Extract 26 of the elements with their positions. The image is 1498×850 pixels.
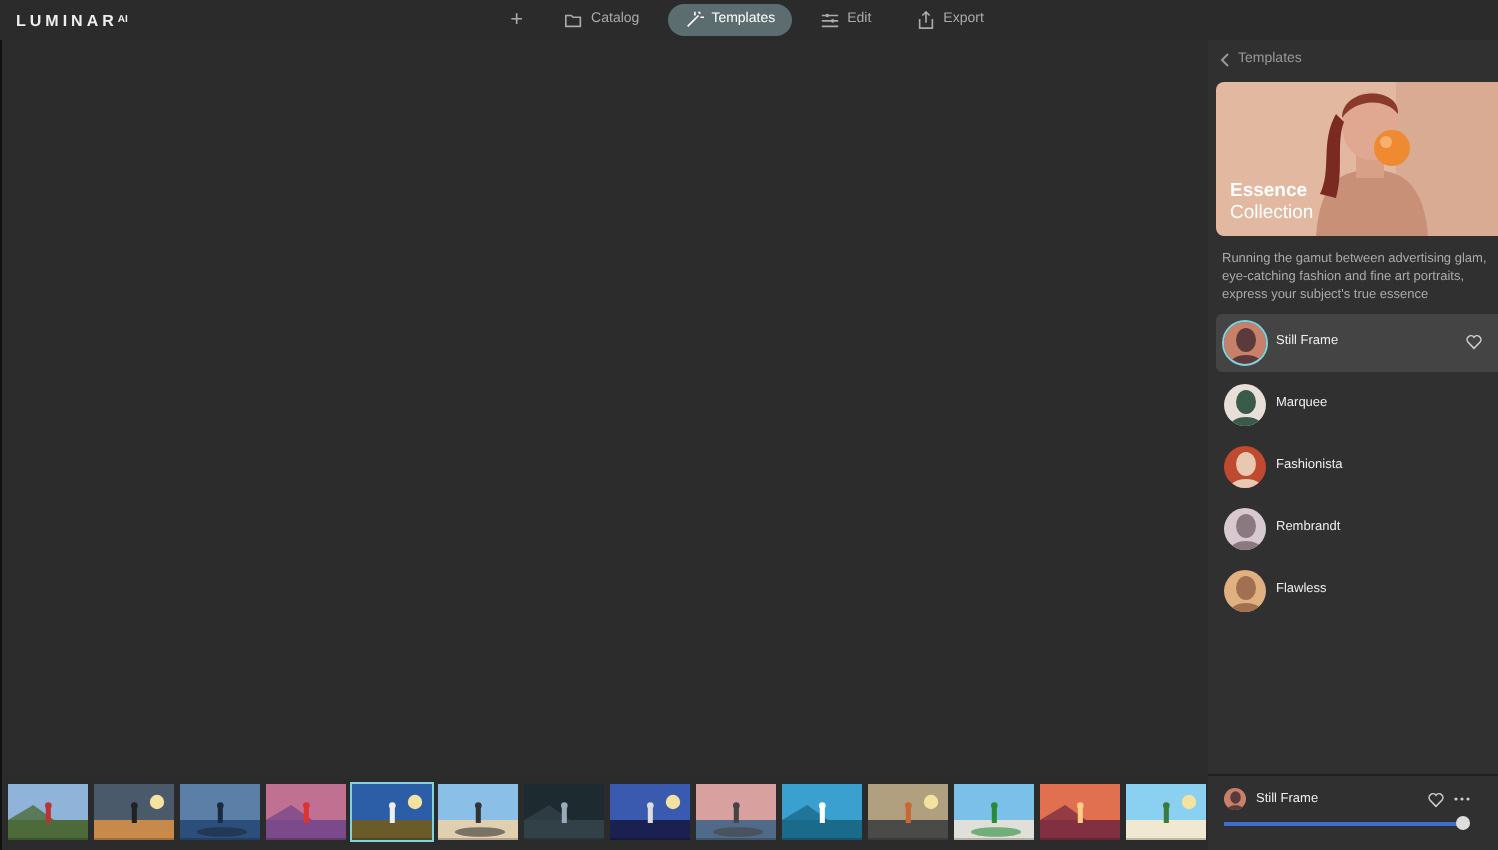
collection-subtitle: Collection (1230, 203, 1314, 225)
filmstrip-thumbnail[interactable] (436, 782, 520, 842)
filmstrip-thumbnail[interactable] (780, 782, 864, 842)
add-button[interactable]: + (498, 9, 536, 31)
more-icon[interactable] (1454, 796, 1470, 802)
filmstrip-thumbnail[interactable] (952, 782, 1036, 842)
filmstrip-thumbnail[interactable] (6, 782, 90, 842)
app-logo: LUMINAR$^{AI}$ (16, 10, 128, 34)
filmstrip-thumbnail[interactable] (1124, 782, 1208, 842)
filmstrip-thumbnail[interactable] (608, 782, 692, 842)
filmstrip-thumbnail[interactable] (350, 782, 434, 842)
export-icon (915, 10, 936, 30)
filmstrip-thumbnail[interactable] (522, 782, 606, 842)
filmstrip-thumbnail[interactable] (694, 782, 778, 842)
heart-icon[interactable] (1428, 791, 1444, 807)
chevron-left-icon (1220, 52, 1230, 69)
filmstrip-thumbnail[interactable] (1038, 782, 1122, 842)
collection-title: Essence (1230, 181, 1310, 204)
wand-icon (683, 10, 704, 30)
sliders-icon (819, 10, 840, 30)
filmstrip-thumbnail[interactable] (264, 782, 348, 842)
filmstrip-thumbnail[interactable] (178, 782, 262, 842)
filmstrip-thumbnail[interactable] (92, 782, 176, 842)
heart-icon[interactable] (1466, 334, 1482, 351)
filmstrip-thumbnail[interactable] (866, 782, 950, 842)
folder-icon (563, 10, 584, 30)
